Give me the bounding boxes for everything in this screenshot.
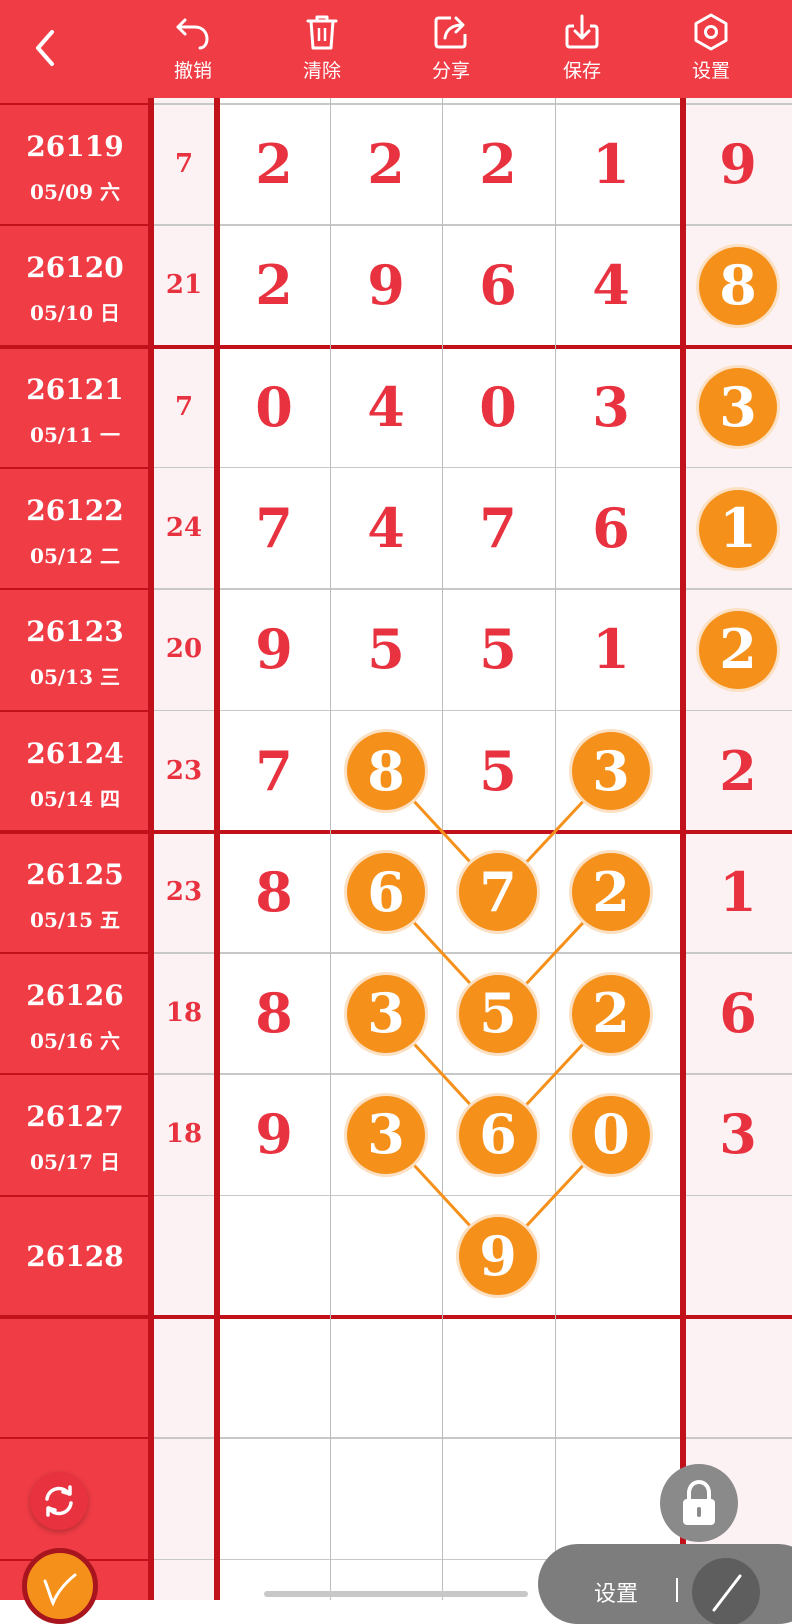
digit-cell[interactable]: 8 bbox=[330, 711, 442, 832]
trash-icon bbox=[306, 15, 338, 50]
digit-cell[interactable]: 9 bbox=[442, 1196, 554, 1317]
digit-cell[interactable]: 6 bbox=[555, 468, 667, 589]
digit-cell[interactable]: 5 bbox=[442, 711, 554, 832]
settings-label: 设置 bbox=[691, 60, 730, 82]
digit-cell[interactable] bbox=[555, 1196, 667, 1317]
refresh-icon bbox=[45, 1485, 73, 1517]
digit-cell[interactable]: 2 bbox=[555, 832, 667, 953]
save-label: 保存 bbox=[562, 60, 601, 82]
pen-button[interactable] bbox=[22, 1548, 98, 1624]
digit-cell[interactable]: 7 bbox=[218, 711, 330, 832]
digit-cell[interactable]: 6 bbox=[442, 1074, 554, 1195]
brush-icon[interactable] bbox=[686, 1544, 766, 1624]
extra-cell[interactable] bbox=[684, 1196, 792, 1317]
bottom-tool-divider bbox=[676, 1578, 678, 1602]
digit-cell[interactable]: 3 bbox=[555, 711, 667, 832]
digit-cell[interactable]: 2 bbox=[218, 104, 330, 225]
digit-cell[interactable]: 0 bbox=[555, 1074, 667, 1195]
digit-cell[interactable]: 2 bbox=[442, 104, 554, 225]
back-arrow-icon bbox=[36, 30, 54, 66]
undo-icon bbox=[176, 18, 209, 50]
digit-cell[interactable]: 3 bbox=[330, 1074, 442, 1195]
digit-cell[interactable]: 2 bbox=[218, 225, 330, 346]
trend-grid: 26119 05/09 六 7 26120 05/10 日 21 26121 05/11 一7… bbox=[0, 98, 792, 1600]
digit-cell[interactable]: 3 bbox=[555, 347, 667, 468]
extra-cell[interactable]: 3 bbox=[684, 1074, 792, 1195]
share-icon bbox=[434, 16, 467, 49]
bottom-tool-panel[interactable]: 设置 bbox=[538, 1544, 792, 1624]
settings-icon bbox=[694, 13, 728, 51]
digit-cell[interactable]: 9 bbox=[218, 1074, 330, 1195]
digit-cell[interactable]: 3 bbox=[330, 953, 442, 1074]
digit-cell[interactable]: 0 bbox=[218, 347, 330, 468]
digit-cell[interactable]: 1 bbox=[555, 104, 667, 225]
digit-cell[interactable] bbox=[218, 1196, 330, 1317]
extra-cell[interactable]: 6 bbox=[684, 953, 792, 1074]
digit-cell[interactable]: 4 bbox=[330, 347, 442, 468]
clear-label: 清除 bbox=[302, 60, 341, 82]
settings-button[interactable]: 设置 bbox=[666, 10, 756, 90]
digit-cell[interactable]: 1 bbox=[555, 589, 667, 710]
digit-cell[interactable]: 5 bbox=[442, 589, 554, 710]
extra-cell[interactable]: 8 bbox=[684, 225, 792, 346]
top-toolbar: 撤销 清除 分享 保存 设置 bbox=[0, 0, 792, 98]
home-indicator bbox=[264, 1591, 528, 1597]
download-icon bbox=[565, 14, 599, 49]
digit-cell[interactable]: 5 bbox=[442, 953, 554, 1074]
digit-cell[interactable] bbox=[330, 1196, 442, 1317]
refresh-button[interactable] bbox=[30, 1472, 88, 1530]
extra-cell[interactable]: 1 bbox=[684, 468, 792, 589]
digit-cell[interactable]: 2 bbox=[330, 104, 442, 225]
digit-cell[interactable]: 6 bbox=[442, 225, 554, 346]
digit-cell[interactable]: 4 bbox=[330, 468, 442, 589]
clear-button[interactable]: 清除 bbox=[277, 10, 367, 90]
bottom-settings-label[interactable]: 设置 bbox=[594, 1576, 638, 1608]
extra-cell[interactable]: 1 bbox=[684, 832, 792, 953]
digit-cell[interactable]: 7 bbox=[442, 832, 554, 953]
digit-cell[interactable]: 7 bbox=[442, 468, 554, 589]
back-button[interactable] bbox=[24, 26, 68, 70]
undo-button[interactable]: 撤销 bbox=[148, 10, 238, 90]
digit-cell[interactable]: 9 bbox=[218, 589, 330, 710]
digit-cell[interactable]: 0 bbox=[442, 347, 554, 468]
digit-cell[interactable]: 2 bbox=[555, 953, 667, 1074]
digit-cell[interactable]: 8 bbox=[218, 832, 330, 953]
undo-label: 撤销 bbox=[173, 60, 212, 82]
save-button[interactable]: 保存 bbox=[537, 10, 627, 90]
extra-cell[interactable]: 2 bbox=[684, 711, 792, 832]
digit-cell[interactable]: 6 bbox=[330, 832, 442, 953]
pen-icon bbox=[43, 1573, 77, 1607]
digit-cell[interactable]: 7 bbox=[218, 468, 330, 589]
lock-button[interactable] bbox=[660, 1464, 738, 1542]
extra-cell[interactable]: 3 bbox=[684, 347, 792, 468]
lock-icon bbox=[683, 1479, 715, 1525]
digit-cell[interactable]: 5 bbox=[330, 589, 442, 710]
digit-cell[interactable]: 9 bbox=[330, 225, 442, 346]
share-button[interactable]: 分享 bbox=[406, 10, 496, 90]
digit-cell[interactable]: 4 bbox=[555, 225, 667, 346]
extra-cell[interactable]: 9 bbox=[684, 104, 792, 225]
extra-cell[interactable]: 2 bbox=[684, 589, 792, 710]
share-label: 分享 bbox=[431, 60, 470, 82]
digit-cell[interactable]: 8 bbox=[218, 953, 330, 1074]
